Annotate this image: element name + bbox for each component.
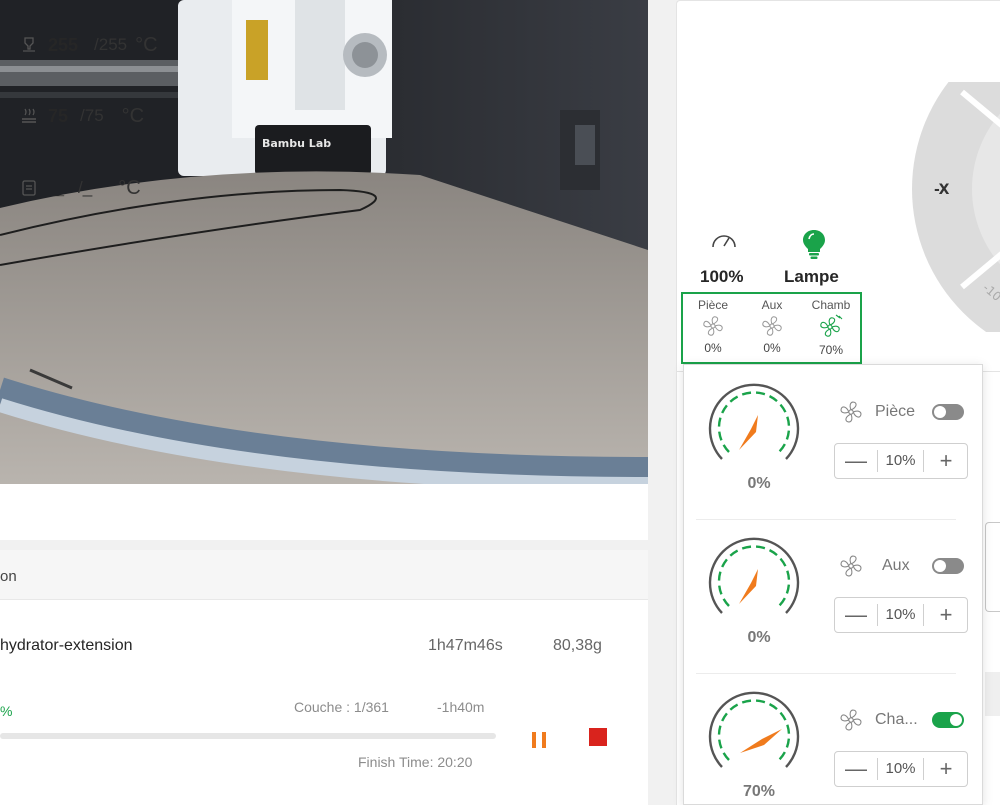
bed-temp-current: 75 <box>48 105 69 126</box>
fan-toggle[interactable] <box>932 712 964 728</box>
fan-spinning-icon <box>820 314 843 337</box>
side-bar <box>985 672 1000 716</box>
fan-tab-value: 0% <box>763 341 781 355</box>
fan-tab-aux[interactable]: Aux 0% <box>744 298 800 355</box>
fan-toggle[interactable] <box>932 404 964 420</box>
fan-icon <box>762 316 782 336</box>
lamp-bulb-icon[interactable] <box>800 228 828 260</box>
chamber-temp-row: _ /_ °C <box>20 173 141 203</box>
job-weight: 80,38g <box>553 637 602 654</box>
progress-bar <box>0 733 496 739</box>
bed-temp-target[interactable]: /75 <box>80 106 104 126</box>
fan-speed-stepper: — 10% + <box>834 443 968 479</box>
fan-name: Cha... <box>875 711 918 728</box>
decrease-button[interactable]: — <box>835 444 877 478</box>
fan-tabs: Pièce 0% Aux 0% Chamb 70% <box>681 292 862 364</box>
axis-x-neg-label: -X <box>934 182 950 198</box>
fan-card-chamber: 70% Cha... — 10% + <box>696 673 974 804</box>
print-panel-title: on <box>0 568 17 585</box>
chamber-temp-current: _ <box>54 177 65 198</box>
fan-name: Pièce <box>875 403 916 420</box>
printer-dashboard: Bambu Lab on hydrator-extension 1h47m46s… <box>0 0 1000 805</box>
nozzle-temp-unit: °C <box>135 33 158 56</box>
remaining-time: -1h40m <box>437 699 485 715</box>
fan-tab-name: Aux <box>761 298 783 312</box>
fan-speed-stepper: — 10% + <box>834 751 968 787</box>
fan-icon <box>840 555 862 577</box>
fan-tab-name: Chamb <box>811 298 851 312</box>
fan-tab-chamber[interactable]: Chamb 70% <box>803 298 859 357</box>
fan-gauge-value: 70% <box>742 783 776 800</box>
fan-gauge <box>708 537 800 614</box>
fan-icon <box>840 401 862 423</box>
fan-name: Aux <box>882 557 910 574</box>
fan-card-piece: 0% Pièce — 10% + <box>696 365 974 515</box>
fan-tab-value: 0% <box>704 341 722 355</box>
pause-button[interactable] <box>526 728 552 752</box>
decrease-button[interactable]: — <box>835 752 877 786</box>
layer-counter: Couche : 1/361 <box>294 699 389 715</box>
bed-temp-unit: °C <box>121 104 145 127</box>
finish-time: Finish Time: 20:20 <box>358 754 473 770</box>
print-job-panel: on hydrator-extension 1h47m46s 80,38g % … <box>0 550 648 805</box>
fan-icon <box>840 709 862 731</box>
fan-gauge <box>708 383 800 460</box>
chamber-temp-target: /_ <box>78 178 93 197</box>
camera-footer <box>0 484 648 540</box>
step-value: 10% <box>877 604 924 626</box>
step-value: 10% <box>877 450 924 472</box>
nozzle-icon <box>23 37 35 52</box>
job-duration: 1h47m46s <box>428 637 503 654</box>
increase-button[interactable]: + <box>925 444 967 478</box>
lamp-label: Lampe <box>784 267 839 286</box>
step-value: 10% <box>877 758 924 780</box>
decrease-button[interactable]: — <box>835 598 877 632</box>
speed-gauge-icon[interactable] <box>710 230 738 250</box>
side-input-box[interactable] <box>985 522 1000 612</box>
stop-button[interactable] <box>589 728 607 746</box>
axis-move-wheel[interactable]: -X -10 <box>912 82 1000 332</box>
fan-tab-value: 70% <box>818 343 844 357</box>
progress-percent: % <box>0 703 13 719</box>
fan-gauge-value: 0% <box>747 475 771 492</box>
chamber-icon <box>22 180 36 196</box>
fan-tab-name: Pièce <box>697 298 729 312</box>
bed-temp-row[interactable]: 75 /75 °C <box>20 101 144 131</box>
fan-toggle[interactable] <box>932 558 964 574</box>
fan-gauge-value: 0% <box>747 629 771 646</box>
camera-view: Bambu Lab <box>0 0 648 484</box>
fan-tab-piece[interactable]: Pièce 0% <box>685 298 741 355</box>
nozzle-temp-row[interactable]: 255 /255 °C <box>20 30 158 60</box>
print-panel-header: on <box>0 550 648 600</box>
chamber-temp-unit: °C <box>118 176 141 199</box>
fan-speed-stepper: — 10% + <box>834 597 968 633</box>
fan-control-popover: 0% Pièce — 10% + 0% Aux — 10% + 70% Cha.… <box>683 364 983 805</box>
increase-button[interactable]: + <box>925 598 967 632</box>
nozzle-temp-target[interactable]: /255 <box>94 35 127 55</box>
nozzle-temp-current: 255 <box>48 34 79 55</box>
job-name: hydrator-extension <box>0 637 133 654</box>
speed-value[interactable]: 100% <box>700 267 743 287</box>
increase-button[interactable]: + <box>925 752 967 786</box>
fan-card-aux: 0% Aux — 10% + <box>696 519 974 669</box>
fan-icon <box>703 316 723 336</box>
fan-gauge <box>708 691 800 768</box>
heatbed-icon <box>22 108 36 123</box>
camera-brand-text: Bambu Lab <box>262 137 331 150</box>
